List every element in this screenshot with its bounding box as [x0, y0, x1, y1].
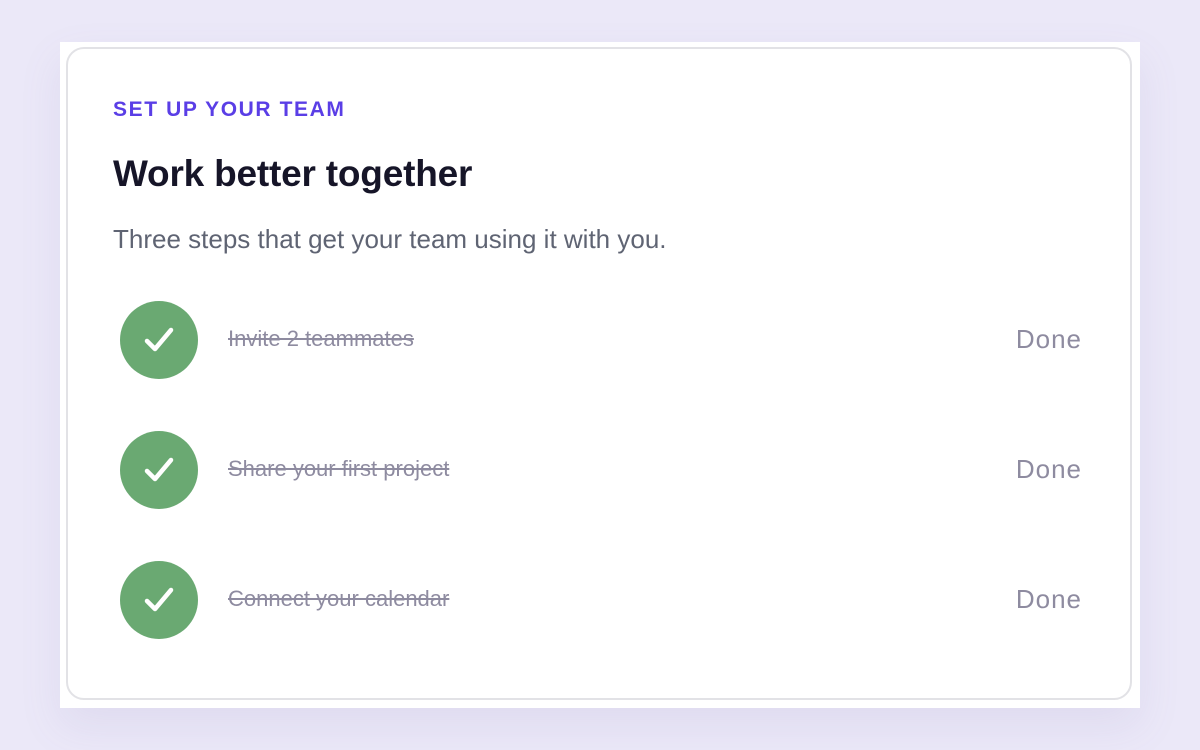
checklist-item-invite-teammates[interactable]: Invite 2 teammates Done	[120, 301, 1082, 379]
onboarding-panel: SET UP YOUR TEAM Work better together Th…	[60, 42, 1140, 708]
checklist-item-share-project[interactable]: Share your first project Done	[120, 431, 1082, 509]
check-icon	[120, 561, 198, 639]
check-icon	[120, 301, 198, 379]
checklist-item-connect-calendar[interactable]: Connect your calendar Done	[120, 561, 1082, 639]
check-icon	[120, 431, 198, 509]
checklist-item-label: Connect your calendar	[228, 586, 450, 611]
team-setup-card: SET UP YOUR TEAM Work better together Th…	[66, 47, 1132, 700]
checklist-item-label: Invite 2 teammates	[228, 326, 414, 351]
checklist-item-status: Done	[1015, 324, 1082, 354]
setup-checklist: Invite 2 teammates Done Share your first…	[120, 301, 1082, 691]
card-title: Work better together	[113, 153, 473, 194]
checklist-item-status: Done	[1015, 584, 1082, 614]
card-eyebrow: SET UP YOUR TEAM	[113, 98, 346, 121]
card-subtitle: Three steps that get your team using it …	[113, 224, 667, 254]
checklist-item-status: Done	[1015, 454, 1082, 484]
checklist-item-label: Share your first project	[228, 456, 450, 481]
